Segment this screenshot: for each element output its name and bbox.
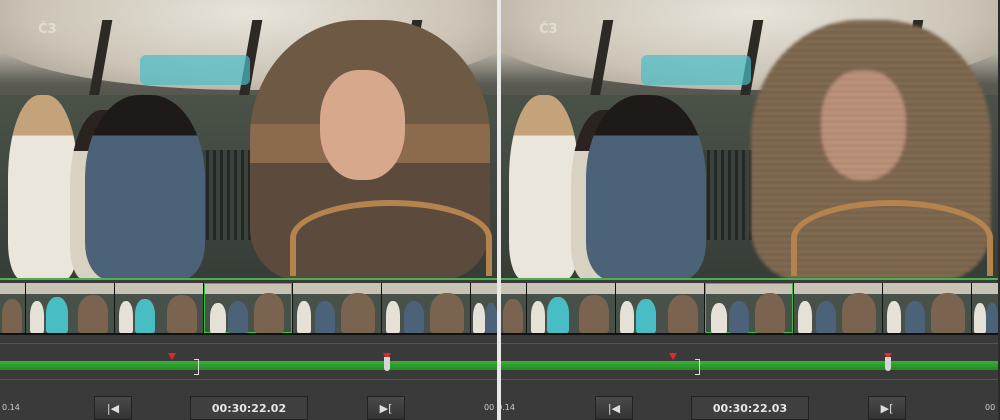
step-forward-button[interactable]: ▶[	[367, 396, 405, 420]
timeline-start-label: 0.14	[2, 403, 20, 412]
right-viewer: Č3 00.14 |◀ 00:30:22.03 ▶[ 00	[501, 0, 998, 420]
filmstrip-thumb[interactable]	[527, 283, 615, 333]
filmstrip[interactable]	[501, 283, 998, 335]
filmstrip-thumb[interactable]	[471, 283, 497, 333]
left-viewer: Č3 0.14 |◀ 00:30:22.02 ▶[ 00	[0, 0, 497, 420]
playhead-handle[interactable]	[885, 357, 891, 371]
channel-logo: Č3	[539, 22, 558, 37]
step-back-icon: |◀	[106, 401, 120, 415]
filmstrip-thumb[interactable]	[794, 283, 882, 333]
compression-artifact	[641, 55, 751, 85]
track-line	[0, 379, 497, 380]
person-figure	[85, 95, 205, 280]
playhead-handle[interactable]	[384, 357, 390, 371]
filmstrip-thumb-selected[interactable]	[705, 283, 793, 333]
filmstrip-thumb[interactable]	[972, 283, 998, 333]
timecode-display: 00:30:22.03	[691, 396, 809, 420]
timeline[interactable]	[0, 335, 497, 395]
step-forward-button[interactable]: ▶[	[868, 396, 906, 420]
filmstrip-thumb[interactable]	[0, 283, 25, 333]
basket-graphic	[791, 200, 993, 276]
step-back-button[interactable]: |◀	[94, 396, 132, 420]
timeline-end-label: 00	[985, 403, 996, 412]
timecode-display: 00:30:22.02	[190, 396, 308, 420]
filmstrip-thumb[interactable]	[883, 283, 971, 333]
filmstrip-thumb[interactable]	[115, 283, 203, 333]
track-line	[501, 343, 998, 344]
step-back-icon: |◀	[607, 401, 621, 415]
timeline-start-label: 00.14	[501, 403, 515, 412]
channel-logo: Č3	[38, 22, 57, 37]
face-graphic	[821, 70, 906, 180]
out-point-bracket[interactable]	[695, 359, 700, 375]
timeline-range-bar[interactable]	[0, 361, 497, 370]
red-marker-icon[interactable]	[669, 353, 677, 360]
step-forward-icon: ▶[	[379, 401, 393, 415]
transport-controls: 0.14 |◀ 00:30:22.02 ▶[ 00	[0, 395, 497, 420]
person-figure	[8, 95, 78, 280]
step-forward-icon: ▶[	[880, 401, 894, 415]
filmstrip-thumb[interactable]	[26, 283, 114, 333]
video-frame[interactable]: Č3	[501, 0, 998, 280]
compression-artifact	[140, 55, 250, 85]
frame-border	[501, 278, 998, 280]
person-figure	[509, 95, 579, 280]
filmstrip-thumb[interactable]	[501, 283, 526, 333]
track-line	[0, 343, 497, 344]
filmstrip-thumb-selected[interactable]	[204, 283, 292, 333]
step-back-button[interactable]: |◀	[595, 396, 633, 420]
transport-controls: 00.14 |◀ 00:30:22.03 ▶[ 00	[501, 395, 998, 420]
face-graphic	[320, 70, 405, 180]
filmstrip-thumb[interactable]	[293, 283, 381, 333]
out-point-bracket[interactable]	[194, 359, 199, 375]
frame-border	[0, 278, 497, 280]
track-line	[501, 379, 998, 380]
basket-graphic	[290, 200, 492, 276]
video-frame[interactable]: Č3	[0, 0, 497, 280]
red-marker-icon[interactable]	[168, 353, 176, 360]
timeline-end-label: 00	[484, 403, 495, 412]
filmstrip-thumb[interactable]	[382, 283, 470, 333]
filmstrip-thumb[interactable]	[616, 283, 704, 333]
person-figure	[586, 95, 706, 280]
timeline-range-bar[interactable]	[501, 361, 998, 370]
filmstrip[interactable]	[0, 283, 497, 335]
timeline[interactable]	[501, 335, 998, 395]
